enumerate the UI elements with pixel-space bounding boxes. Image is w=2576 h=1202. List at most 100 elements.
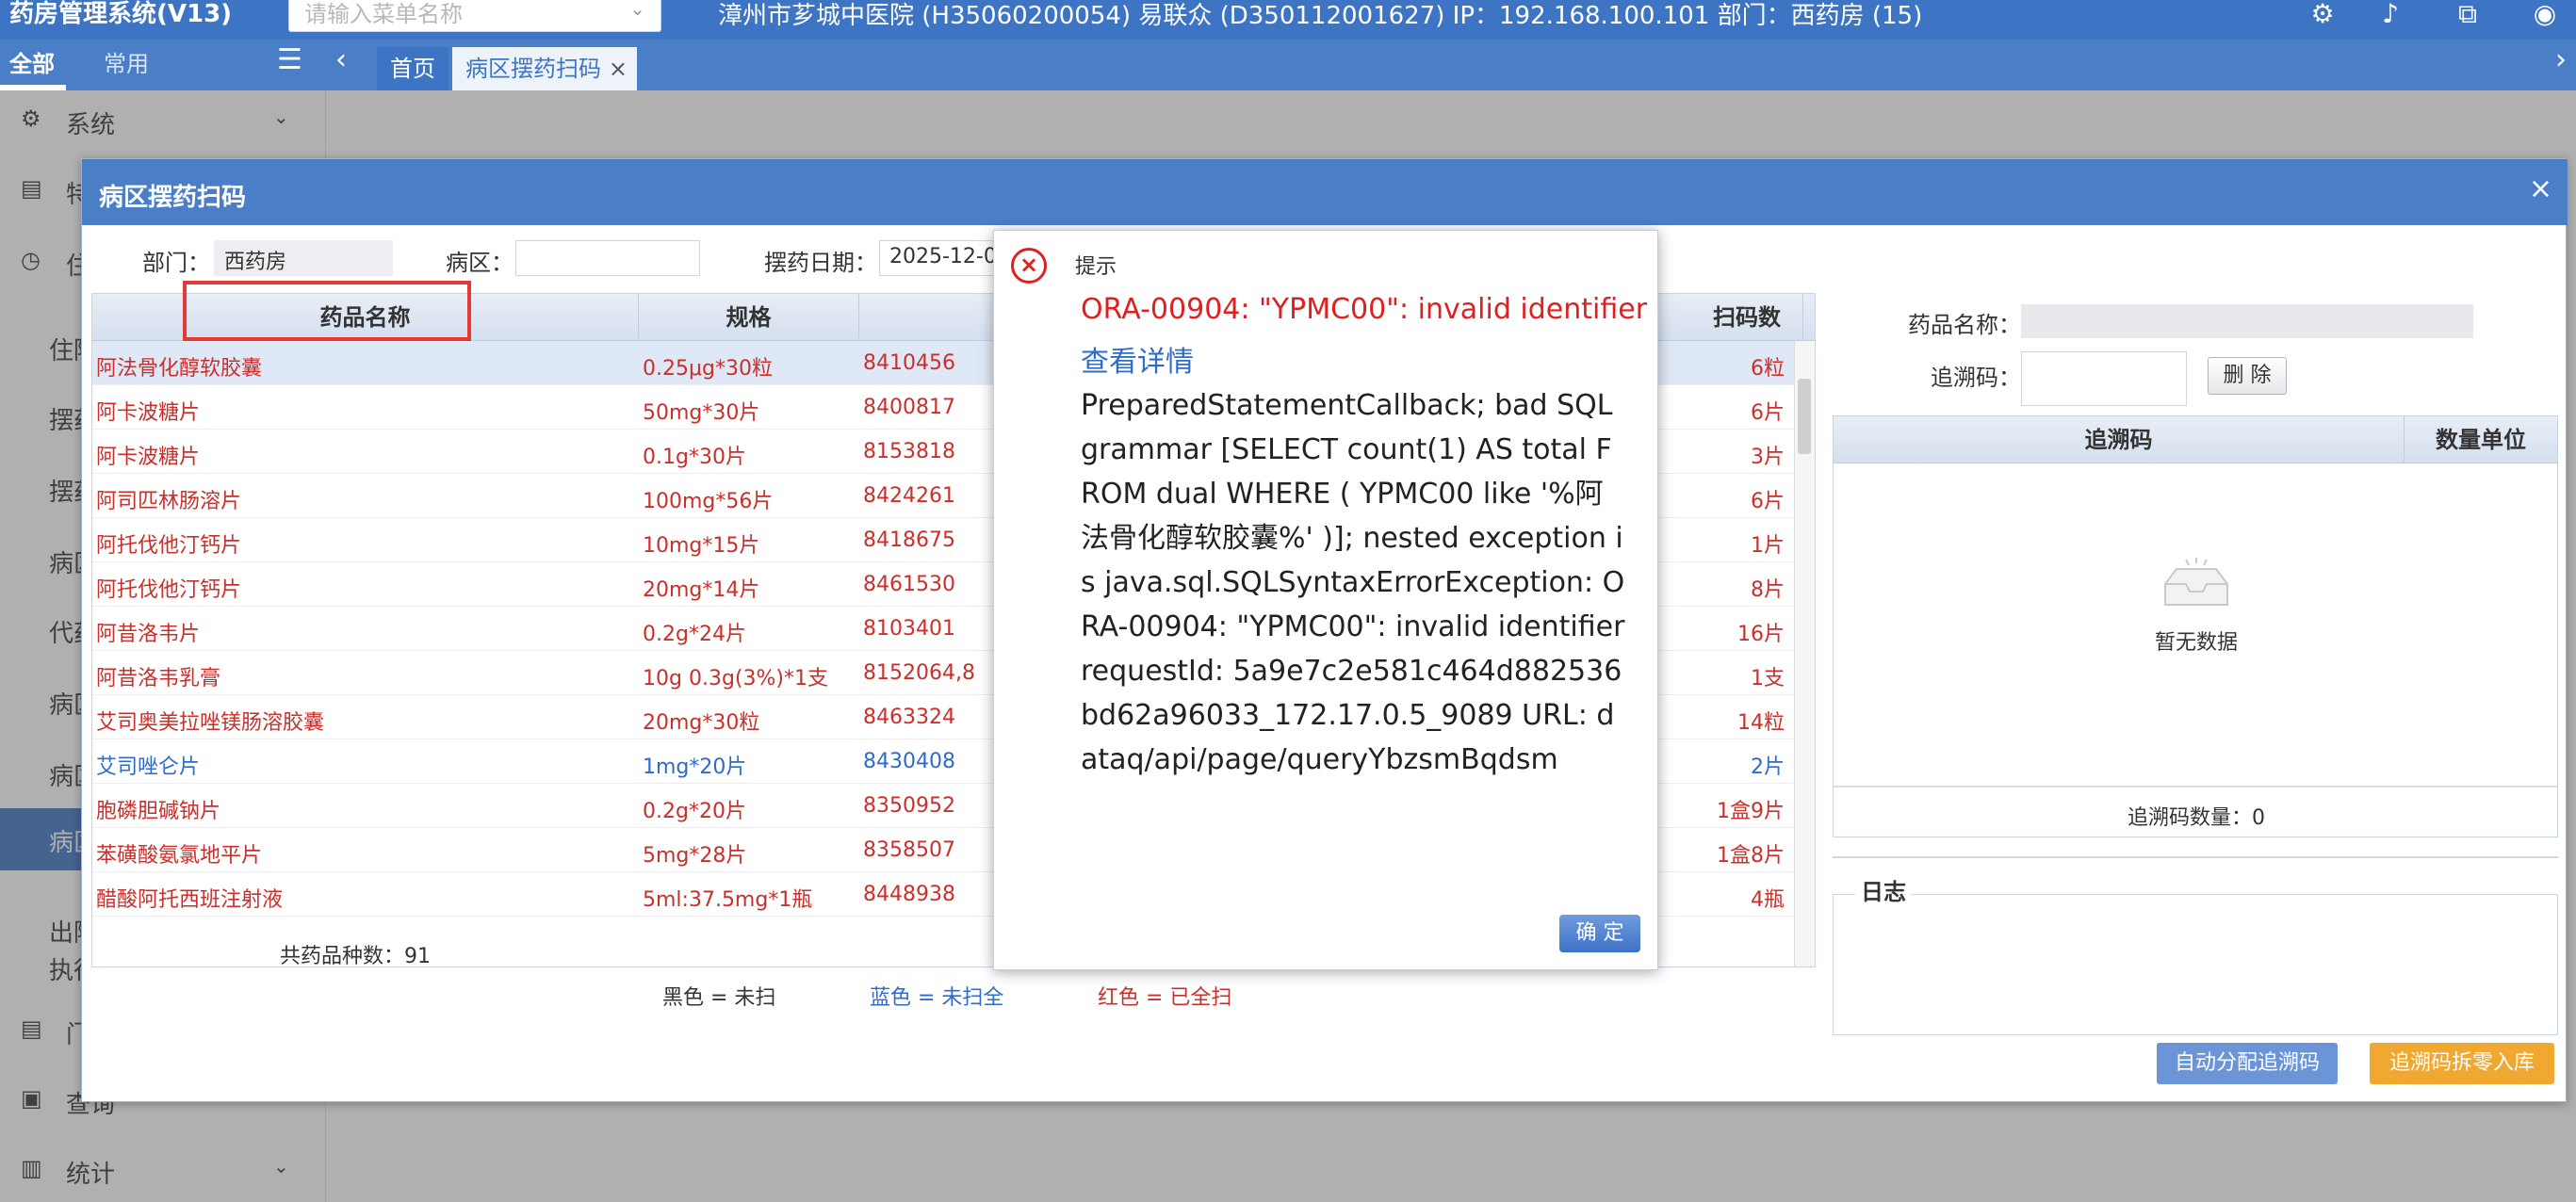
dialog-title: 病区摆药扫码 <box>99 184 247 212</box>
drug-name-field <box>2021 304 2473 338</box>
cell-code: 8430408 <box>863 750 955 773</box>
tab-all[interactable]: 全部 <box>9 45 55 78</box>
cell-spec: 20mg*14片 <box>643 578 760 602</box>
menu-search-placeholder: 请输入菜单名称 <box>304 1 463 27</box>
date-label: 摆药日期： <box>764 250 877 276</box>
tab-ward-scan[interactable]: 病区摆药扫码 × <box>452 47 637 90</box>
close-tab-icon[interactable]: × <box>609 47 628 90</box>
legend-red: 红色 = 已全扫 <box>1098 986 1232 1010</box>
view-details-link[interactable]: 查看详情 <box>1081 338 1194 380</box>
settings-icon[interactable]: ⚙ <box>2303 0 2342 34</box>
log-title: 日志 <box>1855 873 1912 906</box>
top-header: 药房管理系统(V13) 请输入菜单名称 ⌄ 漳州市芗城中医院 (H3506020… <box>0 0 2576 40</box>
cell-drug-name: 阿卡波糖片 <box>96 401 201 425</box>
empty-text: 暂无数据 <box>2154 631 2238 655</box>
cell-scan-qty: 6粒 <box>1751 357 1785 381</box>
cell-scan-qty: 1片 <box>1751 534 1785 558</box>
tab-common[interactable]: 常用 <box>104 45 149 78</box>
ok-button[interactable]: 确 定 <box>1559 915 1640 952</box>
cell-code: 8400817 <box>863 396 955 419</box>
cell-code: 8153818 <box>863 440 955 463</box>
cell-scan-qty: 6片 <box>1751 401 1785 425</box>
cell-spec: 1mg*20片 <box>643 755 747 779</box>
menu-search-input[interactable]: 请输入菜单名称 ⌄ <box>288 0 661 32</box>
cell-scan-qty: 8片 <box>1751 578 1785 602</box>
date-field[interactable]: 2025-12-0 <box>879 240 1002 276</box>
scroll-thumb[interactable] <box>1798 379 1811 454</box>
cell-scan-qty: 14粒 <box>1737 711 1785 735</box>
auto-assign-button[interactable]: 自动分配追溯码 <box>2157 1043 2338 1084</box>
trace-grid-header: 追溯码 数量单位 <box>1834 416 2557 463</box>
window-icon[interactable]: ⧉ <box>2448 0 2487 34</box>
menu-toggle-icon[interactable]: ☰ <box>277 43 302 76</box>
cell-drug-name: 艾司奥美拉唑镁肠溶胶囊 <box>96 711 325 735</box>
legend-blue: 蓝色 = 未扫全 <box>870 986 1004 1010</box>
trace-grid: 追溯码 数量单位 暂无数据 追溯码数量：0 <box>1833 415 2558 837</box>
cell-drug-name: 阿法骨化醇软胶囊 <box>96 357 263 381</box>
cell-scan-qty: 6片 <box>1751 490 1785 513</box>
cell-code: 8358507 <box>863 838 955 862</box>
ward-select[interactable] <box>515 240 700 276</box>
trace-panel: 药品名称： 追溯码： 删 除 追溯码 数量单位 暂无数据 追溯码数量：0 日志 <box>1833 293 2568 1103</box>
trace-code-input[interactable] <box>2021 351 2187 406</box>
error-message: PreparedStatementCallback; bad SQL gramm… <box>1081 389 1625 776</box>
cell-scan-qty: 4瓶 <box>1751 888 1785 912</box>
cell-spec: 100mg*56片 <box>643 490 774 513</box>
cell-drug-name: 阿卡波糖片 <box>96 446 201 469</box>
cell-code: 8463324 <box>863 706 955 729</box>
total-count: 共药品种数：91 <box>280 945 431 968</box>
trace-count: 追溯码数量：0 <box>2128 806 2265 830</box>
close-icon[interactable]: × <box>2529 172 2552 205</box>
cell-drug-name: 苯磺酸氨氯地平片 <box>96 844 263 868</box>
cell-drug-name: 阿昔洛韦乳膏 <box>96 667 221 690</box>
tab-ward-scan-label: 病区摆药扫码 <box>465 56 601 82</box>
divider <box>1834 786 2557 788</box>
cell-scan-qty: 2片 <box>1751 755 1785 779</box>
tab-home[interactable]: 首页 <box>377 47 448 90</box>
dialog-header: 病区摆药扫码 × <box>82 159 2568 225</box>
panel-splitter[interactable] <box>1833 856 2558 858</box>
cell-code: 8418675 <box>863 528 955 552</box>
cell-drug-name: 艾司唑仑片 <box>96 755 201 779</box>
cell-code: 8424261 <box>863 484 955 508</box>
error-icon: × <box>1011 248 1047 284</box>
delete-button[interactable]: 删 除 <box>2208 357 2287 395</box>
grid-scrollbar[interactable] <box>1794 341 1815 966</box>
cell-code: 8103401 <box>863 617 955 641</box>
dept-field: 西药房 <box>214 240 393 276</box>
error-title: ORA-00904: "YPMC00": invalid identifier <box>1081 293 1648 326</box>
col-spec[interactable]: 规格 <box>639 294 859 341</box>
cell-drug-name: 醋酸阿托西班注射液 <box>96 888 284 912</box>
cell-scan-qty: 16片 <box>1737 623 1785 646</box>
cell-scan-qty: 1支 <box>1751 667 1785 690</box>
cell-code: 8152064,8138 <box>863 661 976 685</box>
cell-scan-qty: 3片 <box>1751 446 1785 469</box>
ward-label: 病区： <box>446 250 514 276</box>
cell-drug-name: 阿司匹林肠溶片 <box>96 490 242 513</box>
cell-drug-name: 阿托伐他汀钙片 <box>96 578 242 602</box>
trace-code-label: 追溯码： <box>1931 365 2021 391</box>
app-title: 药房管理系统(V13) <box>9 0 233 28</box>
highlight-annotation <box>183 281 471 341</box>
cell-spec: 0.2g*20片 <box>643 800 746 823</box>
popup-title: 提示 <box>1075 255 1117 279</box>
col-scan-qty[interactable]: 扫码数量 <box>1713 294 1803 378</box>
chevron-left-icon[interactable]: ‹ <box>335 43 347 76</box>
cell-spec: 20mg*30粒 <box>643 711 760 735</box>
bell-icon[interactable]: ♪ <box>2371 0 2410 34</box>
cell-scan-qty: 1盒8片 <box>1717 844 1785 868</box>
chevron-right-icon[interactable]: › <box>2555 43 2567 76</box>
log-box[interactable] <box>1833 894 2558 1035</box>
drug-name-label: 药品名称： <box>1908 312 2021 338</box>
cell-drug-name: 阿托伐他汀钙片 <box>96 534 242 558</box>
split-store-button[interactable]: 追溯码拆零入库 <box>2370 1043 2554 1084</box>
legend-black: 黑色 = 未扫 <box>662 986 776 1010</box>
user-icon[interactable]: ◉ <box>2525 0 2565 34</box>
cell-code: 8350952 <box>863 794 955 818</box>
chevron-down-icon: ⌄ <box>629 0 645 20</box>
col-qty-unit[interactable]: 数量单位 <box>2405 416 2557 463</box>
cell-spec: 10mg*15片 <box>643 534 760 558</box>
col-trace-code[interactable]: 追溯码 <box>1834 416 2405 463</box>
cell-spec: 0.1g*30片 <box>643 446 746 469</box>
empty-inbox-icon <box>2156 556 2237 612</box>
